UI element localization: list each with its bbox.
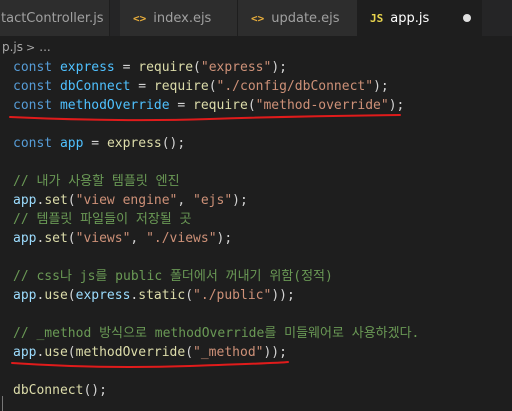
punctuation: ); <box>271 60 287 75</box>
function-name: dbConnect <box>13 383 84 398</box>
tab-update-ejs[interactable]: <> update.ejs <box>238 0 358 36</box>
identifier: express <box>75 288 131 303</box>
code-line-13: app.use(express.static("./public")); <box>13 286 295 305</box>
identifier: express <box>59 60 115 75</box>
operator: = <box>130 79 154 94</box>
identifier: app <box>13 193 37 208</box>
keyword: const <box>13 136 53 151</box>
string-literal: "view engine" <box>75 193 178 208</box>
identifier: dbConnect <box>59 79 131 94</box>
code-line-16: app.use(methodOverride("_method")); <box>13 343 287 362</box>
punctuation: )); <box>271 288 295 303</box>
function-name: use <box>44 288 68 303</box>
identifier: methodOverride <box>59 98 170 113</box>
string-literal: "method-override" <box>255 98 389 113</box>
function-name: static <box>138 288 186 303</box>
punctuation: ); <box>373 79 389 94</box>
operator: = <box>169 98 194 113</box>
indent-guide <box>2 396 3 411</box>
punctuation: ( <box>67 231 76 246</box>
code-editor[interactable]: const express = require("express"); cons… <box>0 58 512 411</box>
ejs-file-icon: <> <box>133 11 147 25</box>
punctuation: ( <box>193 60 201 75</box>
breadcrumb-file[interactable]: p.js <box>0 40 23 54</box>
ejs-file-icon: <> <box>251 11 265 25</box>
function-name: require <box>153 79 209 94</box>
punctuation: ); <box>388 98 405 113</box>
tab-label: update.ejs <box>271 10 340 26</box>
punctuation: ); <box>232 193 248 208</box>
identifier: app <box>13 345 37 360</box>
identifier: app <box>13 288 37 303</box>
chevron-right-icon: > <box>26 40 36 54</box>
tab-contactController[interactable]: tactController.js <box>0 0 110 36</box>
operator: = <box>83 136 107 151</box>
function-name: express <box>106 136 162 151</box>
code-comment-line-15: // _method 방식으로 methodOverride를 미들웨어로 사용… <box>13 326 420 341</box>
operator: = <box>114 60 139 75</box>
unsaved-dot-icon[interactable] <box>463 14 471 22</box>
identifier: app <box>13 231 37 246</box>
function-name: use <box>44 345 68 360</box>
punctuation: ( <box>67 288 76 303</box>
punctuation: ( <box>208 79 217 94</box>
code-line-5: const app = express(); <box>13 134 185 153</box>
punctuation: (); <box>83 383 107 398</box>
code-comment-line-9: // 템플릿 파일들이 저장될 곳 <box>13 212 192 227</box>
code-line-1: const express = require("express"); <box>13 58 287 77</box>
code-line-2: const dbConnect = require("./config/dbCo… <box>13 77 389 96</box>
punctuation: ); <box>216 231 233 246</box>
code-line-10: app.set("views", "./views"); <box>13 229 232 248</box>
code-line-18: dbConnect(); <box>13 381 107 400</box>
punctuation: (); <box>161 136 186 151</box>
keyword: const <box>13 60 53 75</box>
punctuation: ( <box>67 345 76 360</box>
code-line-3: const methodOverride = require("method-o… <box>13 96 404 115</box>
breadcrumb: p.js > ... <box>0 36 512 58</box>
string-literal: "_method" <box>193 345 264 360</box>
function-name: require <box>138 60 194 75</box>
string-literal: "ejs" <box>193 193 233 208</box>
breadcrumb-ellipsis[interactable]: ... <box>39 40 50 54</box>
code-comment-line-12: // css나 js를 public 폴더에서 꺼내기 위함(정적) <box>13 269 333 284</box>
code-comment-line-7: // 내가 사용할 템플릿 엔진 <box>13 174 180 189</box>
keyword: const <box>13 79 53 94</box>
tab-label: app.js <box>390 10 430 26</box>
code-line-8: app.set("view engine", "ejs"); <box>13 191 248 210</box>
punctuation: ( <box>185 345 194 360</box>
punctuation: ( <box>247 98 256 113</box>
string-literal: "views" <box>75 231 131 246</box>
tab-label: index.ejs <box>153 10 212 26</box>
js-file-icon: JS <box>370 11 384 25</box>
punctuation: , <box>130 231 147 246</box>
punctuation: ( <box>67 193 76 208</box>
function-name: set <box>44 193 68 208</box>
tab-label: tactController.js <box>1 10 104 26</box>
editor-tab-bar: tactController.js <> index.ejs <> update… <box>0 0 512 36</box>
string-literal: "./config/dbConnect" <box>216 79 374 94</box>
punctuation: , <box>177 193 194 208</box>
function-name: require <box>193 98 248 113</box>
tab-index-ejs[interactable]: <> index.ejs <box>120 0 238 36</box>
string-literal: "./views" <box>146 231 217 246</box>
string-literal: "./public" <box>193 288 272 303</box>
string-literal: "express" <box>200 60 272 75</box>
tab-app-js[interactable]: JS app.js <box>358 0 482 36</box>
identifier: app <box>59 136 84 151</box>
punctuation: )); <box>263 345 287 360</box>
function-name: methodOverride <box>75 345 186 360</box>
keyword: const <box>13 98 53 113</box>
punctuation: ( <box>185 288 194 303</box>
function-name: set <box>44 231 68 246</box>
